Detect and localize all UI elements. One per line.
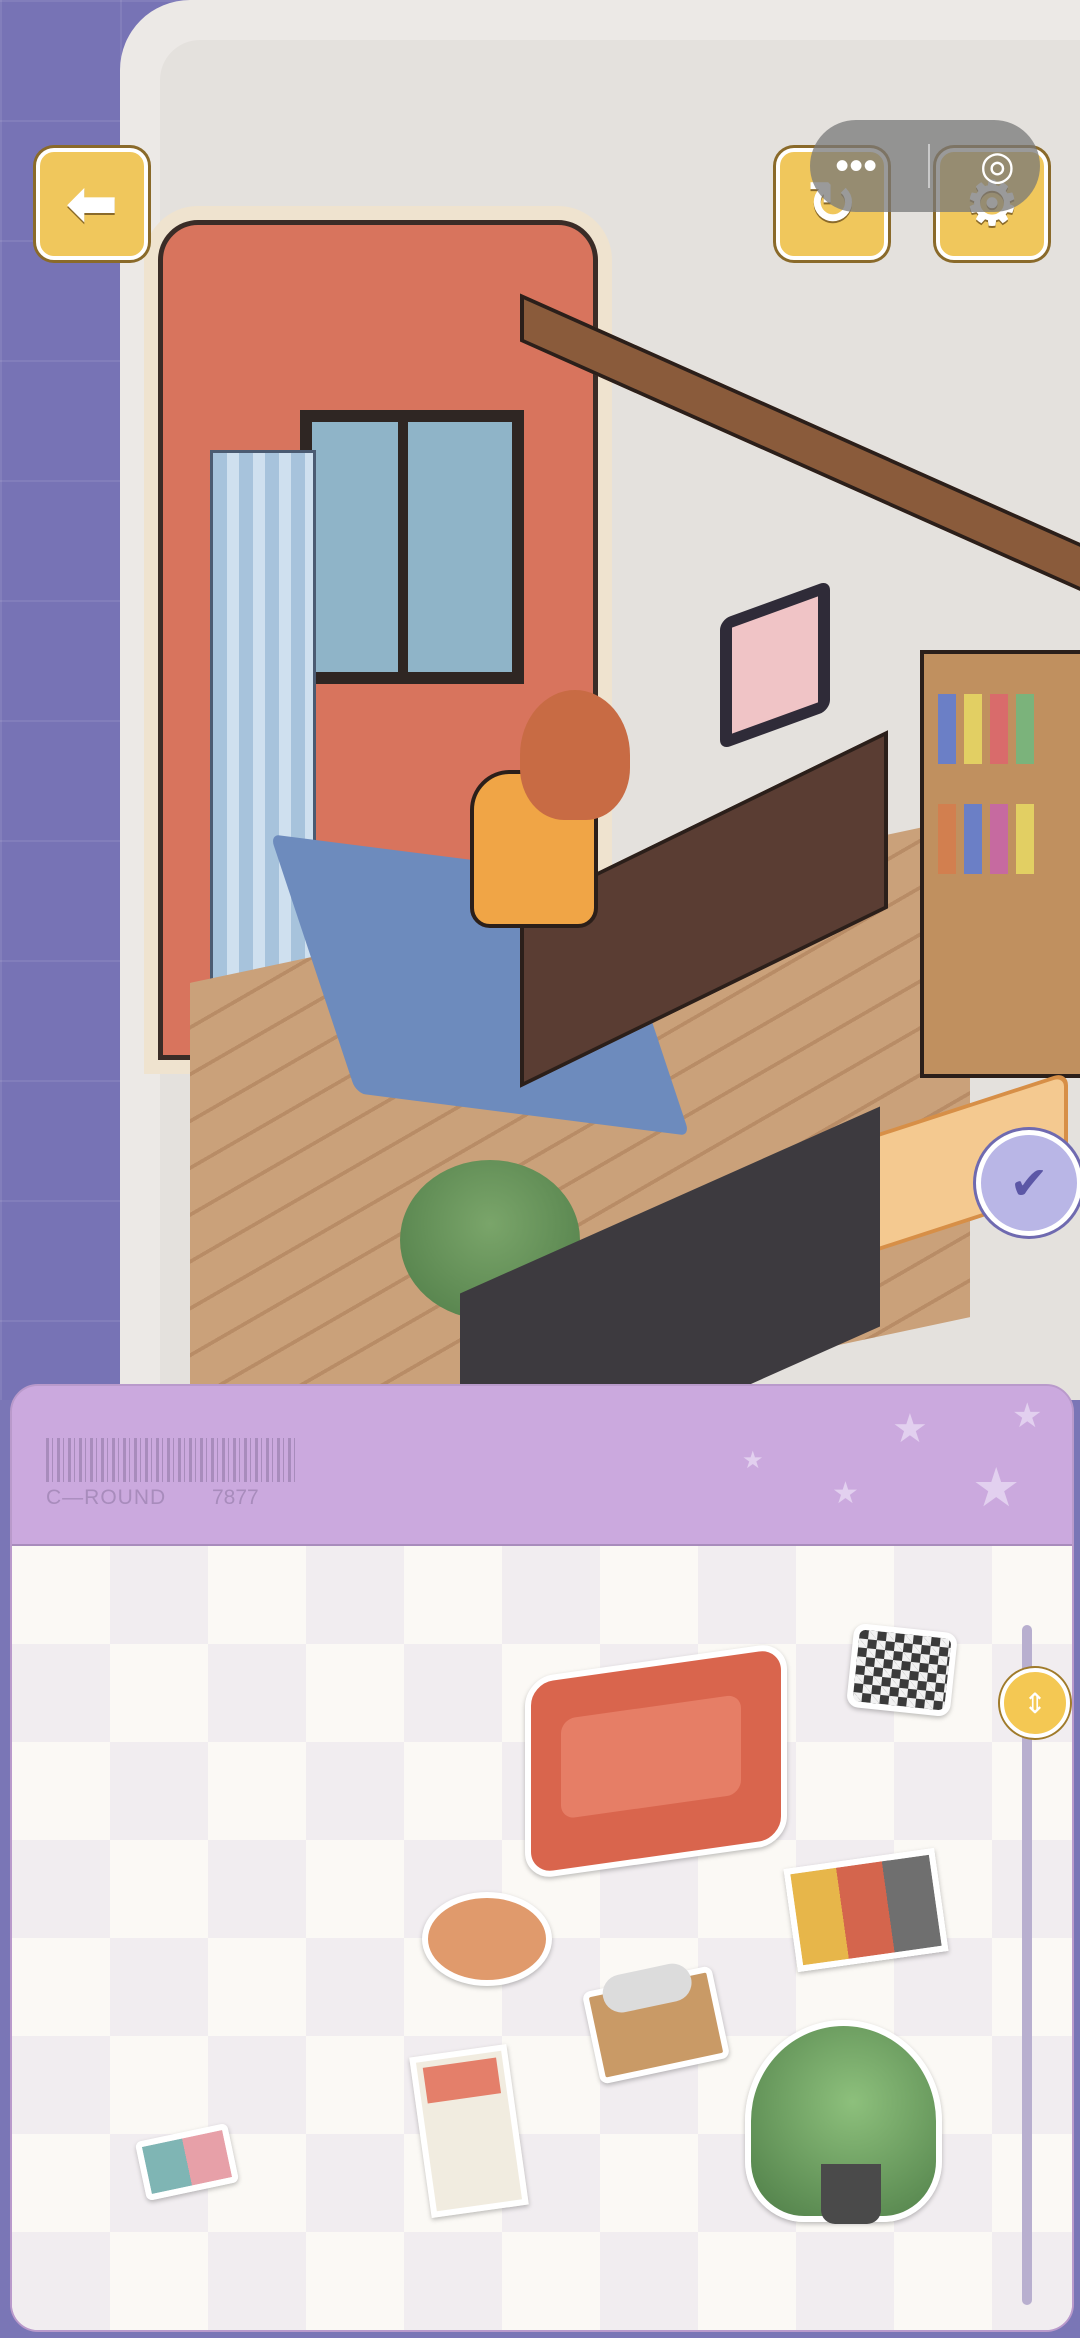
potted-plant-item[interactable] <box>745 2020 942 2224</box>
round-number: 7877 <box>212 1486 259 1509</box>
barcode <box>46 1438 296 1482</box>
fox-character <box>520 690 630 820</box>
curtain <box>210 450 316 1016</box>
star-decoration: ★ <box>832 1477 859 1510</box>
window <box>300 410 524 684</box>
hint-search-button[interactable]: ✔ <box>976 1130 1080 1236</box>
cushion-item[interactable] <box>422 1892 552 1986</box>
mini-program-capsule: ••• ◎ <box>810 120 1040 212</box>
up-down-icon: ⇕ <box>1023 1687 1047 1719</box>
round-label: C—ROUND <box>46 1486 167 1509</box>
checkered-mat-item[interactable] <box>845 1622 959 1718</box>
star-decoration: ★ <box>972 1458 1021 1518</box>
back-button[interactable]: ⬅ <box>36 148 148 260</box>
magnifier-check-icon: ✔ <box>1009 1157 1049 1209</box>
close-target-icon[interactable]: ◎ <box>980 143 1015 189</box>
more-menu-icon[interactable]: ••• <box>835 144 877 189</box>
star-decoration: ★ <box>892 1407 928 1451</box>
star-decoration: ★ <box>742 1447 764 1474</box>
star-decoration: ★ <box>1012 1397 1043 1435</box>
sofa-item[interactable] <box>525 1641 787 1881</box>
poster-strip-item[interactable] <box>783 1847 949 1973</box>
arrow-left-icon: ⬅ <box>66 170 118 237</box>
capsule-divider <box>927 144 930 188</box>
tray-header: C—ROUND 7877 ★ ★ ★ ★ ★ <box>12 1386 1072 1544</box>
bookcase <box>920 650 1080 1078</box>
scroll-handle[interactable]: ⇕ <box>1000 1668 1070 1738</box>
